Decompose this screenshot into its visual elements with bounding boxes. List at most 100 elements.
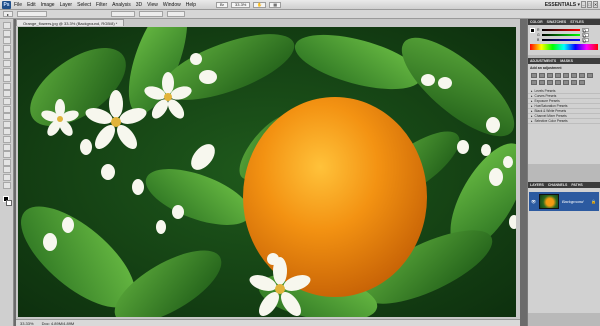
color-balance-adjustment-icon[interactable] — [579, 73, 585, 78]
option-field-3[interactable] — [139, 11, 164, 17]
hand-tool-button[interactable]: ✋ — [253, 1, 267, 8]
tab-layers[interactable]: LAYERS — [530, 183, 544, 187]
tab-paths[interactable]: PATHS — [571, 183, 582, 187]
adjustment-presets-list: ▸ Levels Presets ▸ Curves Presets ▸ Exposure … — [528, 89, 600, 124]
black-white-adjustment-icon[interactable] — [587, 73, 593, 78]
color-spectrum-bar[interactable] — [530, 44, 598, 50]
path-select-tool-icon[interactable] — [3, 143, 11, 151]
document-tab[interactable]: Orange_flowers.jpg @ 33.3% (Background, … — [16, 19, 125, 26]
zoom-level-dropdown[interactable]: 33.3% — [231, 1, 251, 8]
photo-filter-adjustment-icon[interactable] — [531, 80, 537, 85]
blue-slider[interactable] — [542, 38, 580, 41]
option-field-1[interactable] — [17, 11, 48, 17]
levels-adjustment-icon[interactable] — [539, 73, 545, 78]
layers-panel: 👁 Background 🔒 — [528, 188, 600, 313]
color-panel: R 0 G 0 B 0 — [528, 25, 600, 55]
tab-swatches[interactable]: SWATCHES — [547, 20, 567, 24]
menu-3d[interactable]: 3D — [136, 2, 142, 8]
move-tool-icon[interactable] — [3, 22, 11, 29]
orange-photo — [18, 27, 516, 317]
red-slider[interactable] — [542, 28, 580, 31]
launch-bridge-button[interactable]: Br — [216, 1, 229, 8]
workspace-switcher[interactable]: ESSENTIALS ▾ — [545, 2, 580, 8]
tool-preset-picker[interactable]: ▸ — [3, 11, 14, 17]
hand-tool-icon[interactable] — [3, 174, 11, 181]
red-value[interactable]: 0 — [582, 27, 589, 35]
tab-masks[interactable]: MASKS — [560, 59, 573, 63]
clone-stamp-tool-icon[interactable] — [3, 82, 11, 90]
menu-help[interactable]: Help — [186, 2, 196, 8]
menu-window[interactable]: Window — [163, 2, 181, 8]
disclosure-triangle-icon[interactable]: ▸ — [531, 99, 533, 103]
disclosure-triangle-icon[interactable]: ▸ — [531, 109, 533, 113]
pen-tool-icon[interactable] — [3, 128, 11, 136]
layer-row-background[interactable]: 👁 Background 🔒 — [529, 192, 599, 211]
posterize-adjustment-icon[interactable] — [555, 80, 561, 85]
option-field-2[interactable] — [111, 11, 136, 17]
close-button[interactable]: ✕ — [593, 1, 598, 8]
disclosure-triangle-icon[interactable]: ▸ — [531, 119, 533, 123]
preset-label: Black & White Presets — [534, 109, 567, 113]
tab-channels[interactable]: CHANNELS — [548, 183, 567, 187]
menu-edit[interactable]: Edit — [27, 2, 36, 8]
option-field-4[interactable] — [167, 11, 186, 17]
disclosure-triangle-icon[interactable]: ▸ — [531, 114, 533, 118]
tab-color[interactable]: COLOR — [530, 20, 543, 24]
eye-icon[interactable]: 👁 — [531, 199, 536, 204]
menu-view[interactable]: View — [147, 2, 158, 8]
quick-select-tool-icon[interactable] — [3, 44, 11, 52]
menu-filter[interactable]: Filter — [96, 2, 107, 8]
minimize-button[interactable]: – — [581, 1, 586, 8]
shape-tool-icon[interactable] — [3, 151, 11, 159]
maximize-button[interactable]: □ — [587, 1, 592, 8]
background-color-swatch[interactable] — [6, 200, 12, 206]
crop-tool-icon[interactable] — [3, 52, 11, 60]
status-zoom[interactable]: 33.33% — [20, 321, 34, 326]
healing-tool-icon[interactable] — [3, 67, 11, 75]
blue-value[interactable]: 0 — [582, 37, 589, 45]
blur-tool-icon[interactable] — [3, 113, 11, 121]
menu-image[interactable]: Image — [41, 2, 55, 8]
eyedropper-tool-icon[interactable] — [3, 60, 11, 67]
menu-select[interactable]: Select — [77, 2, 91, 8]
dodge-tool-icon[interactable] — [3, 120, 11, 128]
gradient-tool-icon[interactable] — [3, 105, 11, 113]
channel-mixer-adjustment-icon[interactable] — [539, 80, 545, 85]
brush-tool-icon[interactable] — [3, 75, 11, 83]
menu-analysis[interactable]: Analysis — [112, 2, 131, 8]
color-panel-foreground[interactable] — [530, 28, 535, 33]
vibrance-adjustment-icon[interactable] — [563, 73, 569, 78]
brightness-adjustment-icon[interactable] — [531, 73, 537, 78]
history-brush-tool-icon[interactable] — [3, 90, 11, 98]
3d-rotate-tool-icon[interactable] — [3, 158, 11, 166]
hue-saturation-adjustment-icon[interactable] — [571, 73, 577, 78]
disclosure-triangle-icon[interactable]: ▸ — [531, 89, 533, 93]
lasso-tool-icon[interactable] — [3, 37, 11, 45]
3d-orbit-tool-icon[interactable] — [3, 166, 11, 174]
marquee-tool-icon[interactable] — [3, 29, 11, 37]
invert-adjustment-icon[interactable] — [547, 80, 553, 85]
preset-item[interactable]: ▸ Selective Color Presets — [528, 119, 600, 124]
arrange-documents-button[interactable]: ▦ — [269, 1, 282, 8]
exposure-adjustment-icon[interactable] — [555, 73, 561, 78]
type-tool-icon[interactable] — [3, 136, 11, 143]
zoom-tool-icon[interactable] — [3, 181, 11, 189]
selective-color-adjustment-icon[interactable] — [579, 80, 585, 85]
curves-adjustment-icon[interactable] — [547, 73, 553, 78]
eraser-tool-icon[interactable] — [3, 98, 11, 105]
tab-styles[interactable]: STYLES — [570, 20, 584, 24]
menu-layer[interactable]: Layer — [60, 2, 73, 8]
green-value[interactable]: 0 — [582, 32, 589, 40]
lock-icon: 🔒 — [591, 199, 596, 204]
threshold-adjustment-icon[interactable] — [563, 80, 569, 85]
tab-adjustments[interactable]: ADJUSTMENTS — [530, 59, 556, 63]
color-row-blue: B 0 — [528, 37, 600, 45]
disclosure-triangle-icon[interactable]: ▸ — [531, 104, 533, 108]
menu-file[interactable]: File — [14, 2, 22, 8]
adjustment-icons — [528, 72, 600, 86]
disclosure-triangle-icon[interactable]: ▸ — [531, 94, 533, 98]
gradient-map-adjustment-icon[interactable] — [571, 80, 577, 85]
options-bar: ▸ — [0, 10, 600, 19]
green-slider[interactable] — [542, 33, 580, 36]
image-canvas[interactable] — [18, 27, 516, 317]
